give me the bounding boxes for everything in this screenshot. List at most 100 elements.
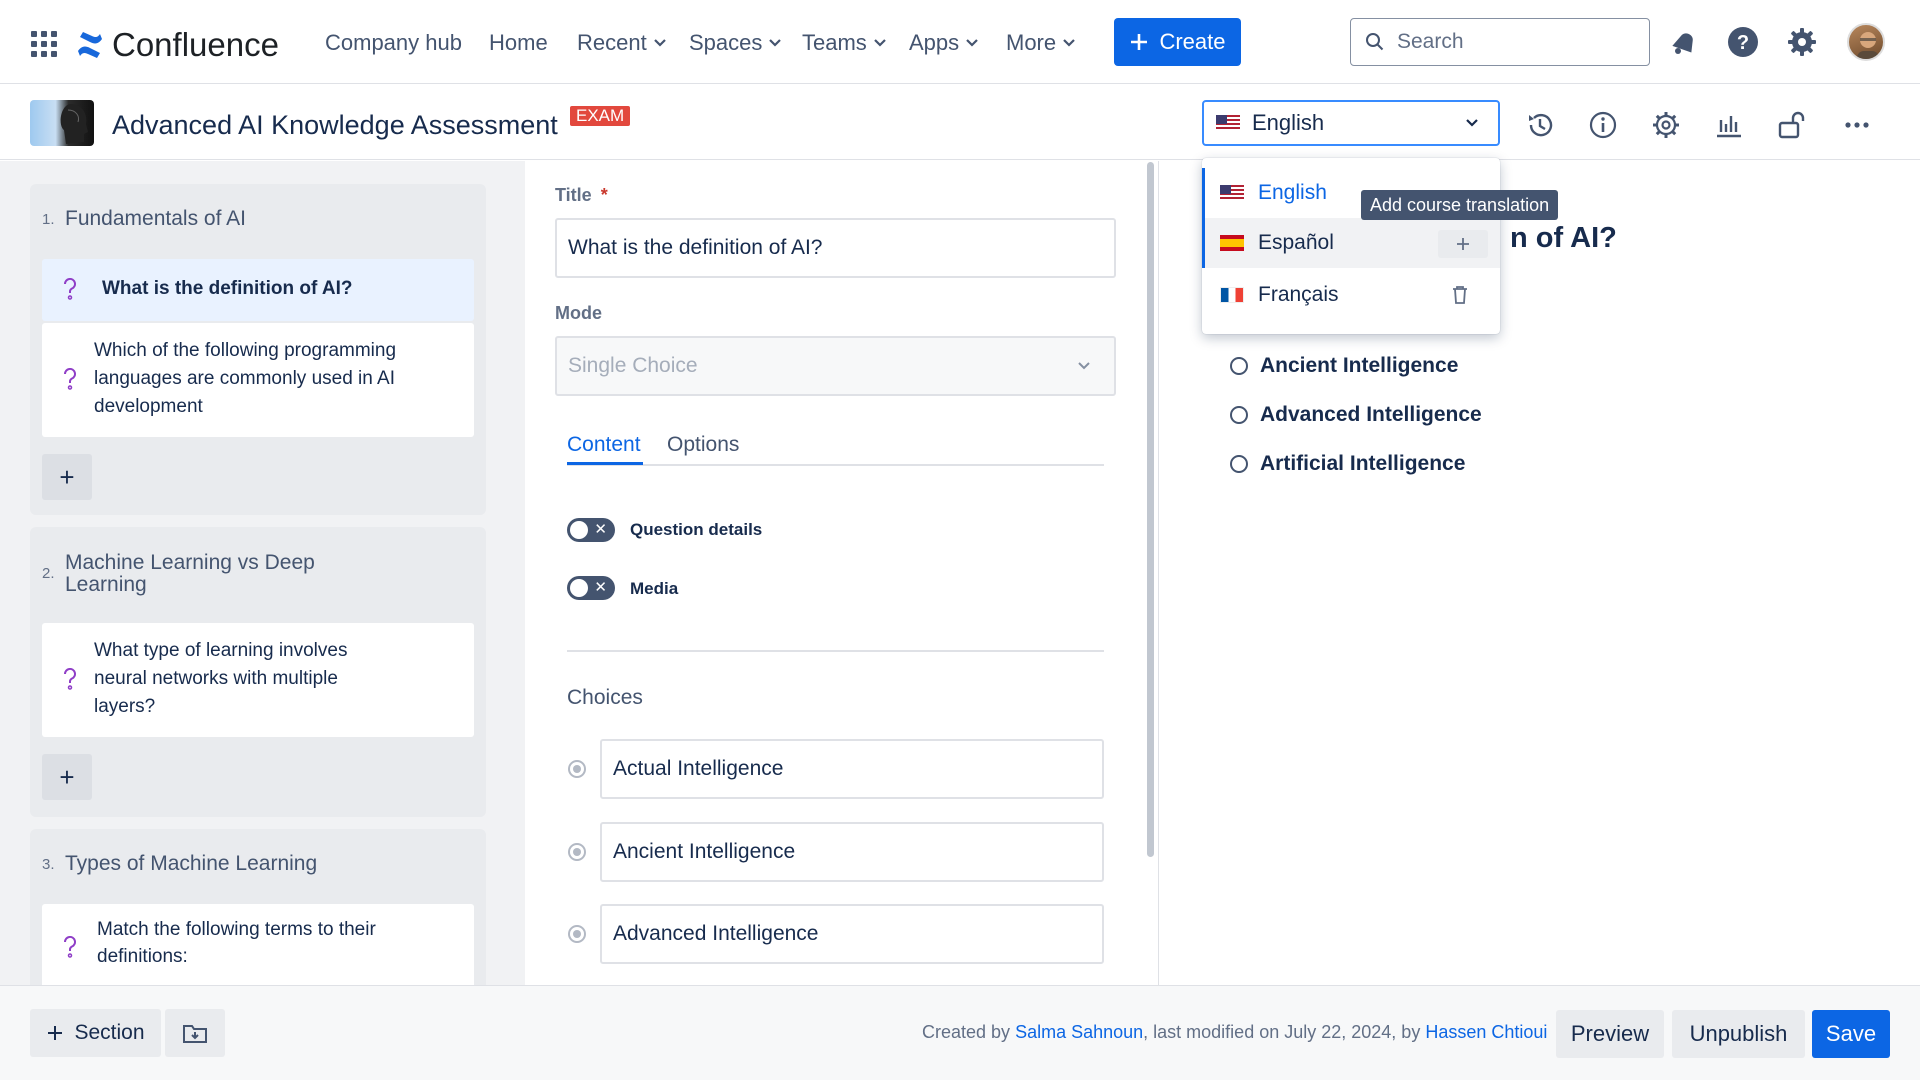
add-question-button[interactable]: + bbox=[42, 454, 92, 500]
add-question-button[interactable]: + bbox=[42, 754, 92, 800]
section-number: 1. bbox=[42, 211, 55, 228]
question-item[interactable]: What is the definition of AI? bbox=[42, 259, 474, 321]
chevron-down-icon bbox=[1078, 362, 1090, 370]
nav-spaces[interactable]: Spaces bbox=[689, 28, 782, 58]
editor-scrollbar-thumb[interactable] bbox=[1147, 162, 1154, 857]
radio-button[interactable] bbox=[1230, 357, 1248, 375]
import-folder-button[interactable] bbox=[165, 1009, 225, 1057]
add-translation-button[interactable] bbox=[1438, 230, 1488, 258]
title-input-value: What is the definition of AI? bbox=[568, 236, 823, 259]
meta-middle: , last modified on July 22, 2024, by bbox=[1143, 1022, 1426, 1042]
nav-label: Home bbox=[489, 30, 548, 55]
title-label-text: Title bbox=[555, 185, 592, 205]
info-icon[interactable] bbox=[1586, 108, 1620, 142]
nav-label: Apps bbox=[909, 30, 960, 55]
title-label: Title * bbox=[555, 185, 608, 206]
preview-option[interactable]: Ancient Intelligence bbox=[1230, 354, 1458, 378]
nav-home[interactable]: Home bbox=[489, 28, 548, 58]
trash-icon bbox=[1453, 286, 1467, 304]
question-details-toggle[interactable]: ✕ bbox=[567, 518, 615, 542]
radio-button[interactable] bbox=[1230, 406, 1248, 424]
unpublish-button[interactable]: Unpublish bbox=[1672, 1010, 1805, 1058]
language-option-espanol[interactable]: Español bbox=[1202, 218, 1500, 268]
settings-icon[interactable] bbox=[1649, 108, 1683, 142]
nav-label: Spaces bbox=[689, 30, 763, 55]
language-select[interactable]: English bbox=[1202, 100, 1500, 146]
chevron-down-icon bbox=[1063, 39, 1075, 47]
search-icon bbox=[1366, 33, 1384, 51]
history-icon[interactable] bbox=[1523, 108, 1557, 142]
nav-teams[interactable]: Teams bbox=[802, 28, 887, 58]
help-icon[interactable]: ? bbox=[1725, 24, 1761, 60]
section-number: 2. bbox=[42, 565, 55, 582]
required-mark: * bbox=[600, 185, 608, 205]
delete-translation-button[interactable] bbox=[1447, 282, 1473, 308]
media-label: Media bbox=[630, 579, 679, 598]
chevron-down-icon bbox=[653, 39, 666, 47]
settings-icon[interactable] bbox=[1784, 24, 1820, 60]
save-button[interactable]: Save bbox=[1812, 1010, 1890, 1058]
fr-flag-icon bbox=[1220, 287, 1244, 303]
nav-apps[interactable]: Apps bbox=[909, 28, 979, 58]
tab-content[interactable]: Content bbox=[567, 433, 641, 457]
choice-drag-handle[interactable] bbox=[568, 925, 586, 943]
creator-link[interactable]: Salma Sahnoun bbox=[1015, 1022, 1143, 1042]
question-item[interactable]: Which of the following programming langu… bbox=[42, 323, 474, 437]
preview-button[interactable]: Preview bbox=[1556, 1010, 1664, 1058]
search-input[interactable]: Search bbox=[1350, 18, 1650, 66]
toggle-off-icon: ✕ bbox=[594, 579, 607, 596]
notifications-icon[interactable] bbox=[1665, 24, 1701, 60]
section-title[interactable]: Machine Learning vs Deep Learning bbox=[65, 552, 355, 596]
toggle-knob bbox=[570, 579, 588, 597]
modifier-link[interactable]: Hassen Chtioui bbox=[1425, 1022, 1547, 1042]
language-option-francais[interactable]: Français bbox=[1202, 270, 1500, 320]
question-item[interactable]: What type of learning involves neural ne… bbox=[42, 623, 474, 737]
question-text: Which of the following programming langu… bbox=[94, 340, 397, 417]
mode-label: Mode bbox=[555, 303, 602, 323]
nav-label: Company hub bbox=[325, 30, 462, 55]
section-card: 1. Fundamentals of AI What is the defini… bbox=[30, 184, 486, 515]
preview-option[interactable]: Artificial Intelligence bbox=[1230, 452, 1465, 476]
divider bbox=[567, 650, 1104, 652]
choice-input[interactable]: Advanced Intelligence bbox=[600, 904, 1104, 964]
apps-grid-icon[interactable] bbox=[30, 30, 58, 58]
choice-input[interactable]: Actual Intelligence bbox=[600, 739, 1104, 799]
avatar[interactable] bbox=[1847, 23, 1885, 61]
choice-drag-handle[interactable] bbox=[568, 760, 586, 778]
confluence-logo[interactable]: Confluence bbox=[76, 26, 279, 64]
question-icon bbox=[63, 668, 76, 690]
radio-button[interactable] bbox=[1230, 455, 1248, 473]
choice-input[interactable]: Ancient Intelligence bbox=[600, 822, 1104, 882]
nav-more[interactable]: More bbox=[1006, 28, 1076, 58]
unlock-icon[interactable] bbox=[1775, 108, 1809, 142]
preview-option-label: Advanced Intelligence bbox=[1260, 403, 1482, 426]
create-button[interactable]: Create bbox=[1114, 18, 1241, 66]
title-input[interactable]: What is the definition of AI? bbox=[555, 218, 1116, 278]
choice-drag-handle[interactable] bbox=[568, 843, 586, 861]
us-flag-icon bbox=[1220, 185, 1244, 201]
meta-prefix: Created by bbox=[922, 1022, 1016, 1042]
question-text: What type of learning involves neural ne… bbox=[94, 640, 348, 717]
media-toggle[interactable]: ✕ bbox=[567, 576, 615, 600]
choices-heading: Choices bbox=[567, 686, 643, 709]
add-section-button[interactable]: Section bbox=[30, 1009, 161, 1057]
question-icon bbox=[63, 368, 76, 390]
question-details-label: Question details bbox=[630, 520, 763, 539]
mode-select[interactable]: Single Choice bbox=[555, 336, 1116, 396]
question-icon bbox=[63, 936, 76, 958]
chevron-down-icon bbox=[966, 39, 978, 47]
nav-company-hub[interactable]: Company hub bbox=[325, 28, 462, 58]
panel-resize-handle[interactable] bbox=[515, 161, 525, 985]
more-icon[interactable] bbox=[1840, 108, 1874, 142]
question-item[interactable]: Match the following terms to their defin… bbox=[42, 904, 474, 985]
preview-option[interactable]: Advanced Intelligence bbox=[1230, 403, 1482, 427]
section-title[interactable]: Types of Machine Learning bbox=[65, 853, 317, 875]
page-title: Advanced AI Knowledge Assessment bbox=[112, 110, 558, 140]
nav-recent[interactable]: Recent bbox=[577, 28, 667, 58]
section-title[interactable]: Fundamentals of AI bbox=[65, 208, 246, 230]
exam-badge: EXAM bbox=[570, 106, 631, 126]
choice-value: Ancient Intelligence bbox=[613, 840, 796, 863]
question-icon bbox=[63, 278, 76, 300]
analytics-icon[interactable] bbox=[1712, 108, 1746, 142]
tab-options[interactable]: Options bbox=[667, 433, 739, 457]
